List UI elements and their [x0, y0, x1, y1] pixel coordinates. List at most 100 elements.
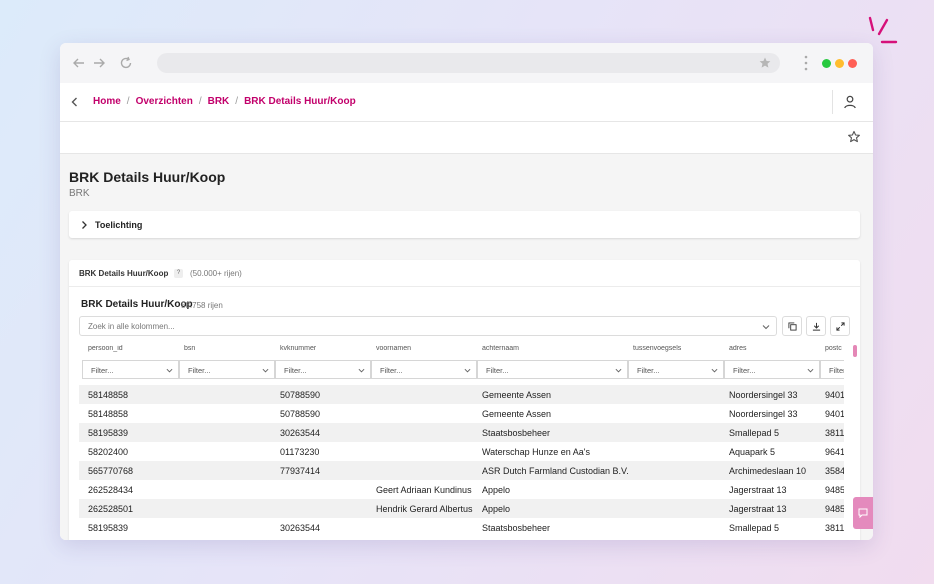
- cell-postc: 9401: [825, 390, 844, 400]
- table-row[interactable]: 58202400 01173230 Waterschap Hunze en Aa's…: [79, 442, 844, 461]
- filter-voornamen[interactable]: Filter...: [371, 360, 477, 379]
- cell-achternaam: Staatsbosbeheer: [482, 523, 551, 533]
- breadcrumb-overzichten[interactable]: Overzichten: [136, 96, 193, 107]
- cell-achternaam: Staatsbosbeheer: [482, 428, 551, 438]
- fullscreen-button[interactable]: [830, 316, 850, 336]
- filter-adres[interactable]: Filter...: [724, 360, 820, 379]
- filter-placeholder: Filter...: [637, 366, 660, 375]
- search-placeholder: Zoek in alle kolommen...: [88, 322, 175, 331]
- grid-scrollbar[interactable]: [853, 345, 857, 357]
- header-divider: [832, 90, 833, 114]
- breadcrumb-brk[interactable]: BRK: [208, 96, 230, 107]
- cell-persoon_id: 58202400: [88, 447, 129, 457]
- download-button[interactable]: [806, 316, 826, 336]
- chevron-down-icon[interactable]: [762, 323, 770, 331]
- column-header-bsn[interactable]: bsn: [184, 345, 195, 352]
- table-row[interactable]: 262528501 Hendrik Gerard Albertus Appelo Ja…: [79, 499, 844, 518]
- table-row[interactable]: 262528434 Geert Adriaan Kundinus Appelo Jag…: [79, 480, 844, 499]
- cell-adres: Jagerstraat 13: [729, 504, 787, 514]
- filter-placeholder: Filter...: [486, 366, 509, 375]
- cell-achternaam: Appelo: [482, 504, 511, 514]
- table-row[interactable]: 58148858 50788590 Gemeente Assen Noordersin…: [79, 385, 844, 404]
- table-row[interactable]: 565770768 77937414 ASR Dutch Farmland Cust…: [79, 461, 844, 480]
- chevron-down-icon[interactable]: [358, 367, 365, 374]
- cell-voornamen: Hendrik Gerard Albertus: [376, 504, 473, 514]
- column-header-postc[interactable]: postc: [825, 345, 842, 352]
- expand-icon: [836, 322, 845, 331]
- column-header-achternaam[interactable]: achternaam: [482, 345, 519, 352]
- help-badge[interactable]: ?: [174, 269, 183, 278]
- cell-persoon_id: 58148858: [88, 390, 129, 400]
- cell-adres: Noordersingel 33: [729, 390, 798, 400]
- column-header-kvknummer[interactable]: kvknummer: [280, 345, 316, 352]
- table-row[interactable]: 58148858 50788590 Gemeente Assen Noordersin…: [79, 404, 844, 423]
- user-icon[interactable]: [842, 94, 858, 110]
- chevron-down-icon[interactable]: [615, 367, 622, 374]
- cell-persoon_id: 262528434: [88, 485, 134, 495]
- column-header-voornamen[interactable]: voornamen: [376, 345, 411, 352]
- cell-kvknummer: 30263544: [280, 523, 321, 533]
- app-content: Home / Overzichten / BRK / BRK Details H…: [60, 83, 873, 540]
- column-header-adres[interactable]: adres: [729, 345, 747, 352]
- browser-menu-icon[interactable]: [799, 54, 813, 72]
- cell-achternaam: Gemeente Assen: [482, 390, 552, 400]
- bookmark-star-icon[interactable]: [758, 56, 772, 70]
- filter-tussenvoegsels[interactable]: Filter...: [628, 360, 724, 379]
- app-header: Home / Overzichten / BRK / BRK Details H…: [60, 83, 873, 122]
- filter-achternaam[interactable]: Filter...: [477, 360, 628, 379]
- table-row[interactable]: 58195839 30263544 Staatsbosbeheer Smallepad…: [79, 518, 844, 537]
- window-dot-red[interactable]: [848, 59, 857, 68]
- page-subtitle: BRK: [69, 188, 90, 199]
- cell-postc: 9401: [825, 409, 844, 419]
- cell-adres: Jagerstraat 13: [729, 485, 787, 495]
- chevron-down-icon[interactable]: [711, 367, 718, 374]
- cell-achternaam: Waterschap Hunze en Aa's: [482, 447, 590, 457]
- cell-postc: 9485: [825, 504, 844, 514]
- filter-kvknummer[interactable]: Filter...: [275, 360, 371, 379]
- copy-button[interactable]: [782, 316, 802, 336]
- cell-achternaam: Gemeente Assen: [482, 409, 552, 419]
- chevron-down-icon[interactable]: [262, 367, 269, 374]
- toelichting-accordion[interactable]: Toelichting: [69, 211, 860, 238]
- cell-postc: 9641: [825, 447, 844, 457]
- cell-achternaam: ASR Dutch Farmland Custodian B.V.: [482, 466, 629, 476]
- copy-icon: [788, 322, 797, 331]
- chevron-down-icon[interactable]: [464, 367, 471, 374]
- breadcrumb-current[interactable]: BRK Details Huur/Koop: [244, 96, 356, 107]
- address-bar[interactable]: [157, 53, 780, 73]
- search-all-columns-input[interactable]: Zoek in alle kolommen...: [79, 316, 777, 336]
- filter-placeholder: Filter...: [829, 366, 844, 375]
- window-dot-yellow[interactable]: [835, 59, 844, 68]
- page-title: BRK Details Huur/Koop: [69, 169, 226, 185]
- table-row[interactable]: 58195839 30263544 Staatsbosbeheer Smallepad…: [79, 423, 844, 442]
- cell-adres: Aquapark 5: [729, 447, 776, 457]
- filter-postc[interactable]: Filter...: [820, 360, 844, 379]
- column-header-persoon_id[interactable]: persoon_id: [88, 345, 123, 352]
- back-arrow-icon[interactable]: [71, 55, 87, 71]
- back-chevron-icon[interactable]: [69, 96, 81, 108]
- chevron-down-icon[interactable]: [166, 367, 173, 374]
- favorite-star-icon[interactable]: [847, 130, 861, 144]
- chevron-right-icon: [82, 221, 87, 229]
- cell-kvknummer: 30263544: [280, 428, 321, 438]
- panel-row-count: (50.000+ rijen): [190, 269, 242, 278]
- filter-placeholder: Filter...: [380, 366, 403, 375]
- cell-kvknummer: 50788590: [280, 409, 321, 419]
- window-dot-green[interactable]: [822, 59, 831, 68]
- cell-postc: 3811: [825, 428, 844, 438]
- forward-arrow-icon[interactable]: [91, 55, 107, 71]
- breadcrumb-home[interactable]: Home: [93, 96, 121, 107]
- data-panel: BRK Details Huur/Koop ? (50.000+ rijen) …: [69, 260, 860, 540]
- cell-persoon_id: 565770768: [88, 466, 134, 476]
- cell-adres: Noordersingel 33: [729, 409, 798, 419]
- chevron-down-icon[interactable]: [807, 367, 814, 374]
- grid-row-count: 58.758 rijen: [181, 301, 223, 310]
- filter-bsn[interactable]: Filter...: [179, 360, 275, 379]
- cell-achternaam: Appelo: [482, 485, 511, 495]
- reload-icon[interactable]: [118, 55, 134, 71]
- panel-title: BRK Details Huur/Koop: [79, 269, 169, 278]
- filter-persoon_id[interactable]: Filter...: [82, 360, 179, 379]
- column-header-tussenvoegsels[interactable]: tussenvoegsels: [633, 345, 681, 352]
- breadcrumb-separator: /: [198, 96, 202, 107]
- feedback-tab[interactable]: [853, 497, 873, 529]
